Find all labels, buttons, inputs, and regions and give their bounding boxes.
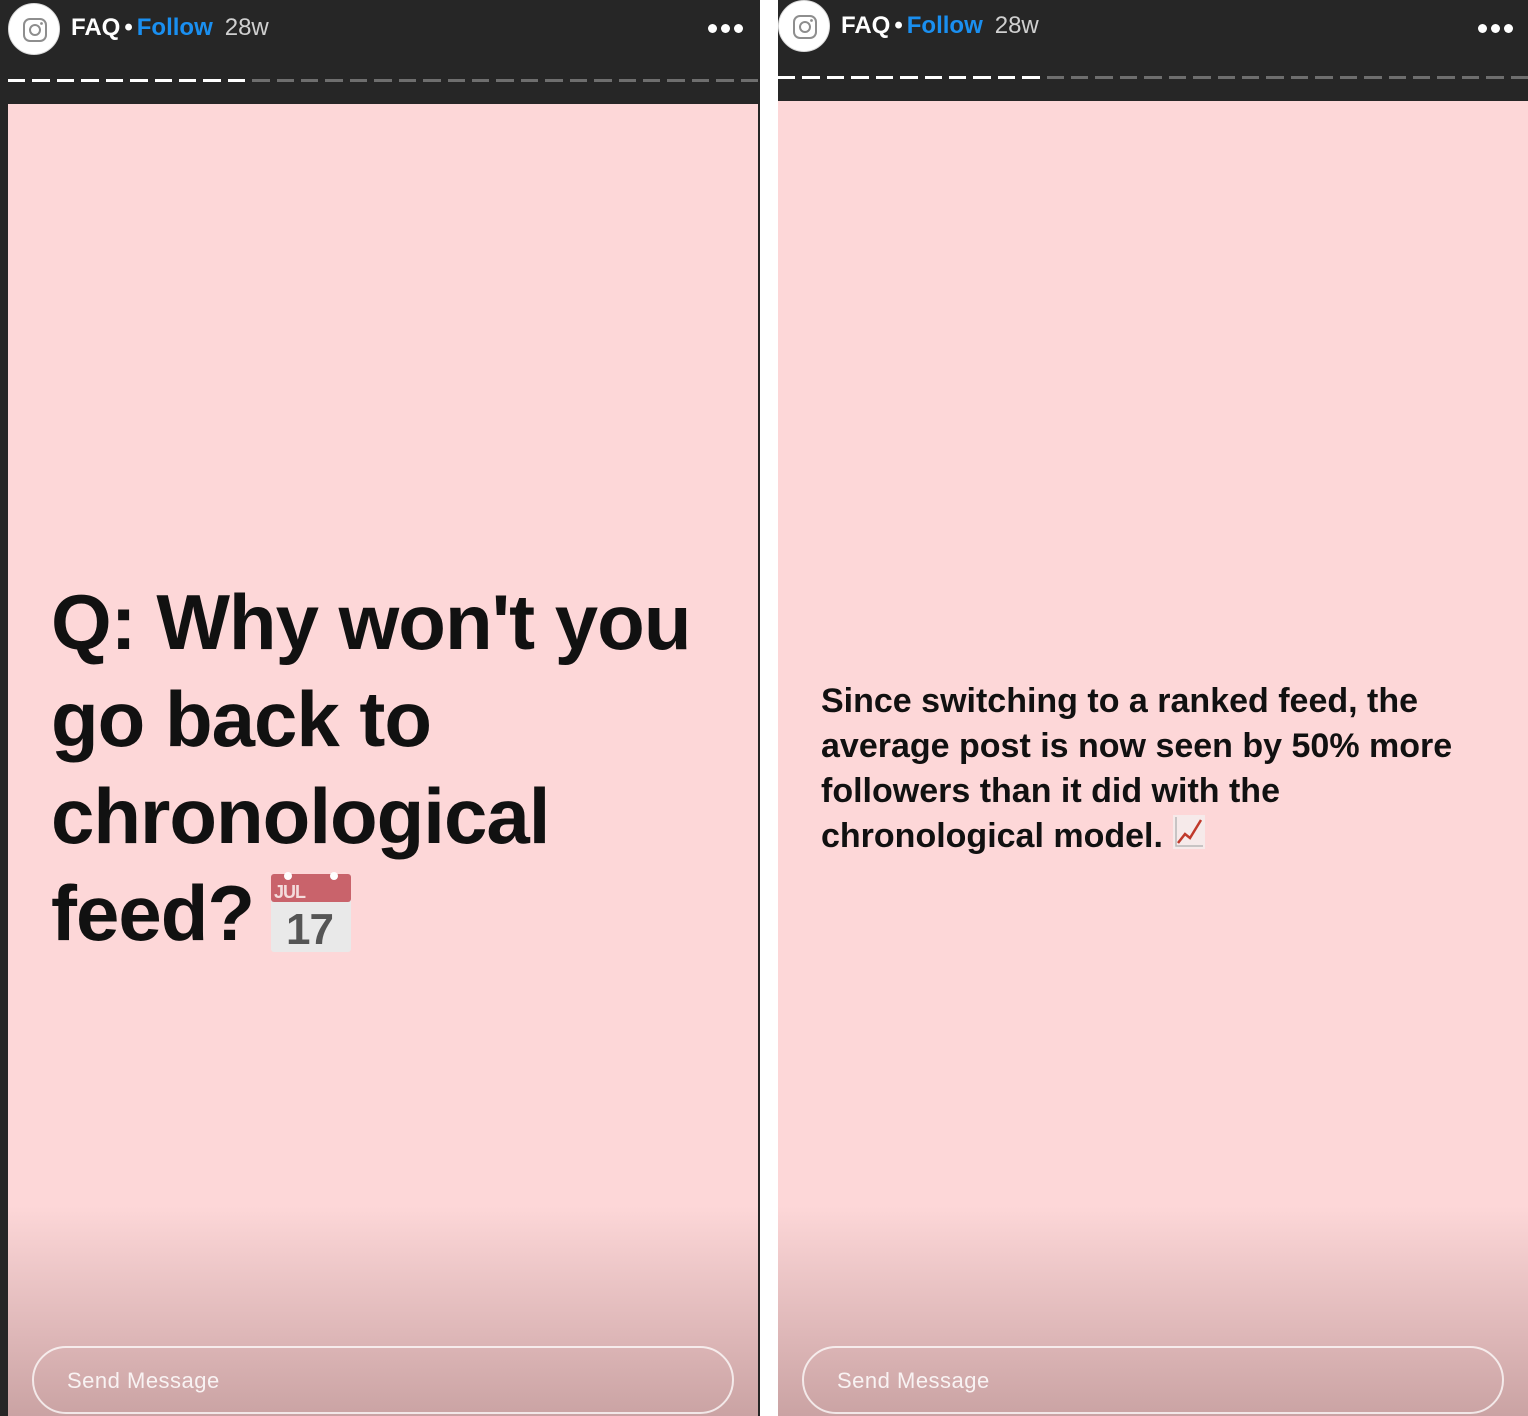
progress-segment <box>252 79 270 82</box>
progress-segment <box>997 76 1016 79</box>
progress-segment <box>1510 76 1528 79</box>
progress-segment <box>496 79 514 82</box>
chart-increasing-icon <box>1172 815 1205 850</box>
progress-segment <box>545 79 563 82</box>
progress-segment <box>227 79 246 82</box>
follow-button[interactable]: Follow <box>137 14 213 41</box>
progress-segment <box>423 79 441 82</box>
progress-segment <box>778 76 796 79</box>
progress-segment <box>1193 76 1211 79</box>
progress-segment <box>740 79 759 82</box>
progress-segment <box>1242 76 1260 79</box>
progress-segment <box>618 79 636 82</box>
story-content[interactable]: Q: Why won't you go back to chronologica… <box>8 104 758 1416</box>
avatar[interactable] <box>8 3 60 55</box>
progress-segment <box>1168 76 1187 79</box>
progress-segment <box>1119 76 1138 79</box>
question-text: Q: Why won't you go back to chronologica… <box>51 578 691 957</box>
progress-segment <box>472 79 490 82</box>
story-panel-right: FAQ • Follow 28w Since switching to a ranke… <box>778 0 1528 1416</box>
story-answer-text: Since switching to a ranked feed, the av… <box>821 679 1501 859</box>
progress-segment <box>32 79 50 82</box>
progress-segment <box>374 79 392 82</box>
instagram-logo-icon <box>23 18 47 42</box>
progress-segment <box>1022 76 1040 79</box>
calendar-month: JUL <box>274 882 306 902</box>
story-header-text: FAQ • Follow 28w <box>841 12 1039 40</box>
progress-segment <box>875 76 894 79</box>
progress-segment <box>948 76 967 79</box>
progress-segment <box>802 76 820 79</box>
progress-segment <box>325 79 343 82</box>
progress-segment <box>569 79 588 82</box>
progress-segment <box>1364 76 1382 79</box>
send-message-input[interactable]: Send Message <box>32 1346 734 1414</box>
progress-segment <box>1290 76 1309 79</box>
progress-segment <box>1266 76 1284 79</box>
progress-segment <box>398 79 417 82</box>
progress-segment <box>349 79 368 82</box>
send-message-placeholder: Send Message <box>67 1368 220 1393</box>
progress-segment <box>1217 76 1236 79</box>
progress-segment <box>203 79 221 82</box>
progress-segment <box>642 79 661 82</box>
avatar[interactable] <box>778 0 830 52</box>
answer-text: Since switching to a ranked feed, the av… <box>821 682 1453 855</box>
progress-segment <box>900 76 918 79</box>
post-age: 28w <box>224 14 269 41</box>
send-message-placeholder: Send Message <box>837 1368 990 1393</box>
instagram-logo-icon <box>793 15 817 39</box>
progress-segment <box>130 79 148 82</box>
send-message-input[interactable]: Send Message <box>802 1346 1504 1414</box>
progress-segment <box>594 79 612 82</box>
progress-segment <box>1486 76 1504 79</box>
post-age: 28w <box>994 12 1039 39</box>
more-options-icon[interactable] <box>1478 18 1514 38</box>
progress-segment <box>826 76 845 79</box>
follow-button[interactable]: Follow <box>907 12 983 39</box>
progress-segment <box>1437 76 1455 79</box>
progress-segment <box>691 79 710 82</box>
progress-segment <box>154 79 172 82</box>
story-question-text: Q: Why won't you go back to chronologica… <box>51 574 691 962</box>
progress-segment <box>716 79 734 82</box>
progress-segment <box>8 79 26 82</box>
progress-segment <box>1071 76 1089 79</box>
progress-segment <box>1339 76 1358 79</box>
calendar-day: 17 <box>286 905 333 952</box>
progress-segment <box>81 79 99 82</box>
progress-segment <box>1388 76 1406 79</box>
progress-segment <box>1046 76 1065 79</box>
progress-segment <box>1095 76 1113 79</box>
progress-segment <box>924 76 942 79</box>
progress-segment <box>1412 76 1431 79</box>
progress-segment <box>667 79 685 82</box>
calendar-icon: JUL 17 <box>271 872 352 953</box>
progress-segment <box>973 76 991 79</box>
progress-segment <box>276 79 295 82</box>
progress-segment <box>56 79 75 82</box>
progress-segment <box>447 79 466 82</box>
progress-segment <box>1461 76 1480 79</box>
account-name[interactable]: FAQ <box>841 12 890 39</box>
story-panel-left: FAQ • Follow 28w Q: Why won't you go back t… <box>0 0 760 1416</box>
account-name[interactable]: FAQ <box>71 14 120 41</box>
progress-segment <box>301 79 319 82</box>
story-header-text: FAQ • Follow 28w <box>71 14 269 42</box>
progress-segment <box>851 76 869 79</box>
story-header: FAQ • Follow 28w <box>778 0 1528 101</box>
progress-segment <box>1315 76 1333 79</box>
progress-segment <box>178 79 197 82</box>
separator-dot: • <box>124 14 133 41</box>
progress-segment <box>105 79 124 82</box>
story-progress-bar <box>8 79 759 82</box>
separator-dot: • <box>894 12 903 39</box>
story-progress-bar <box>778 76 1528 79</box>
story-header: FAQ • Follow 28w <box>0 0 760 104</box>
progress-segment <box>520 79 539 82</box>
story-content[interactable]: Since switching to a ranked feed, the av… <box>778 101 1528 1416</box>
more-options-icon[interactable] <box>708 18 744 38</box>
progress-segment <box>1144 76 1162 79</box>
